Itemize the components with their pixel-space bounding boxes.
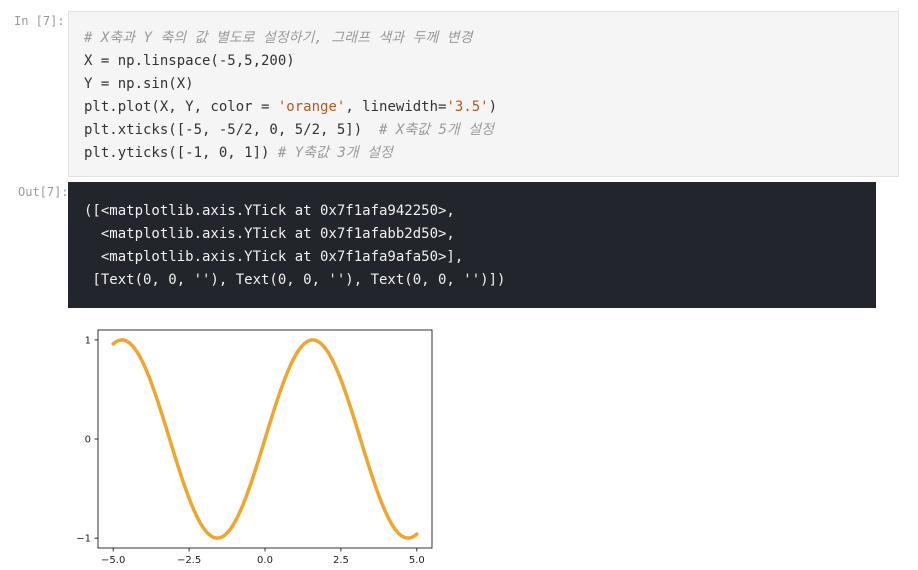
code-comment: # X축값 5개 설정 — [379, 122, 494, 138]
x-tick-label: −2.5 — [177, 555, 201, 566]
code-comment: # X축과 Y 축의 값 별도로 설정하기, 그래프 색과 두께 변경 — [84, 30, 473, 46]
output-line: ([<matplotlib.axis.YTick at 0x7f1afa9422… — [84, 203, 455, 219]
output-line: <matplotlib.axis.YTick at 0x7f1afabb2d50… — [84, 226, 455, 242]
code-text: Y = np.sin(X) — [84, 76, 194, 92]
x-tick-label: 5.0 — [409, 555, 425, 566]
code-input-cell[interactable]: # X축과 Y 축의 값 별도로 설정하기, 그래프 색과 두께 변경 X = … — [68, 11, 899, 177]
code-text: ) — [488, 99, 498, 115]
y-tick-label: 1 — [85, 335, 91, 346]
sine-curve-line — [111, 338, 419, 540]
code-line-3: Y = np.sin(X) — [84, 73, 194, 96]
x-tick-label: −5.0 — [101, 555, 125, 566]
code-line-5: plt.xticks([-5, -5/2, 0, 5/2, 5]) # X축값 … — [84, 119, 494, 142]
x-tick-label: 0.0 — [257, 555, 273, 566]
code-text: plt.xticks([-5, -5/2, 0, 5/2, 5]) — [84, 122, 380, 138]
code-line-2: X = np.linspace(-5,5,200) — [84, 50, 295, 73]
sine-plot: −5.0 −2.5 0.0 2.5 5.0 −1 0 1 — [76, 329, 433, 566]
x-tick-label: 2.5 — [333, 555, 349, 566]
y-tick-label: 0 — [85, 435, 91, 446]
code-comment: # Y축값 3개 설정 — [277, 145, 393, 161]
code-text: , linewidth= — [345, 99, 447, 115]
code-text: X = np.linspace(-5,5,200) — [84, 53, 295, 69]
y-tick-label: −1 — [76, 534, 91, 545]
output-prompt: Out[7]: — [18, 185, 69, 199]
code-line-4: plt.plot(X, Y, color = 'orange', linewid… — [84, 96, 497, 119]
text-output-cell: ([<matplotlib.axis.YTick at 0x7f1afa9422… — [68, 182, 876, 308]
code-string: 'orange' — [277, 99, 346, 115]
code-line-6: plt.yticks([-1, 0, 1]) # Y축값 3개 설정 — [84, 142, 393, 165]
output-line: [Text(0, 0, ''), Text(0, 0, ''), Text(0,… — [84, 272, 506, 288]
code-text: plt.yticks([-1, 0, 1]) — [84, 145, 278, 161]
code-string: '3.5' — [446, 99, 489, 115]
output-line: <matplotlib.axis.YTick at 0x7f1afa9afa50… — [84, 249, 464, 265]
input-prompt: In [7]: — [14, 14, 65, 28]
code-line-1: # X축과 Y 축의 값 별도로 설정하기, 그래프 색과 두께 변경 — [84, 27, 472, 50]
code-text: plt.plot(X, Y, color = — [84, 99, 278, 115]
